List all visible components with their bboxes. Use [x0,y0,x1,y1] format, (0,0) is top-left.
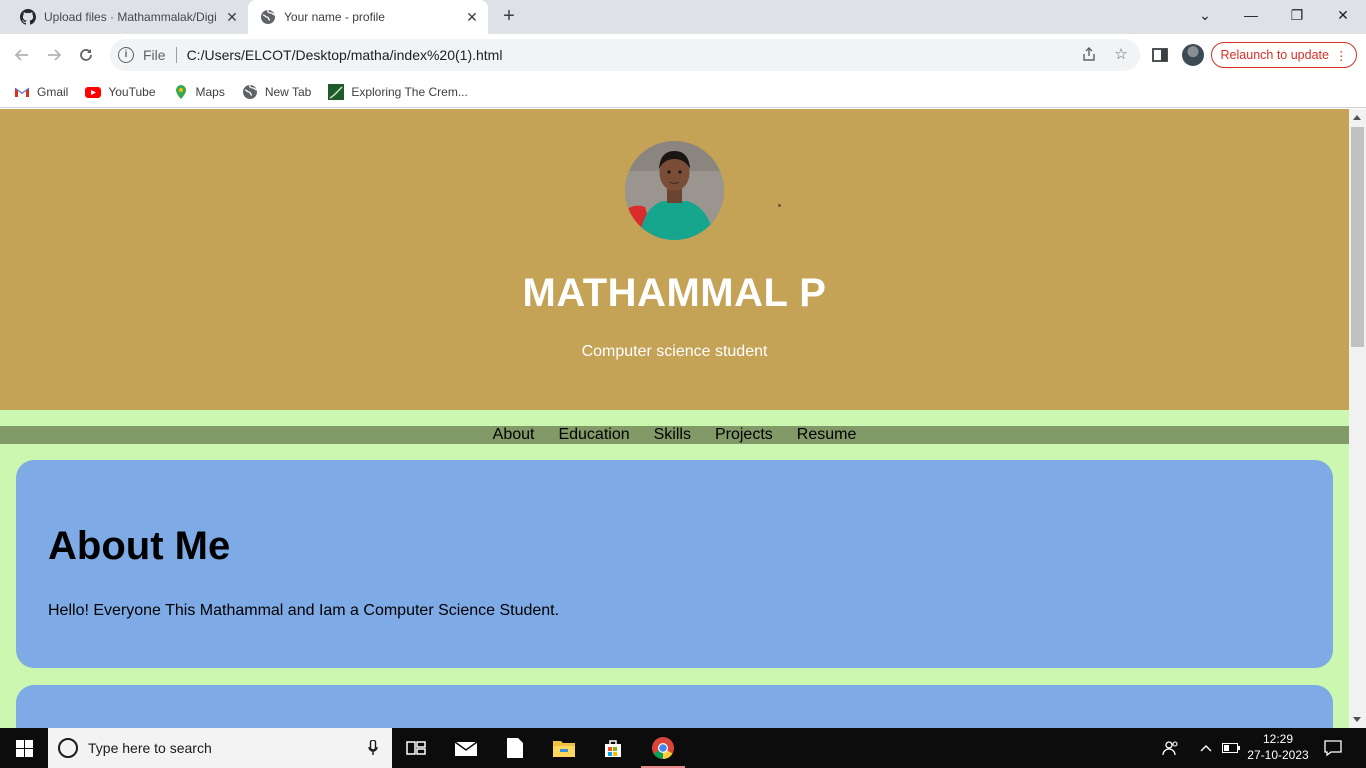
share-icon[interactable] [1080,46,1098,64]
gmail-icon [14,84,30,100]
bookmark-gmail[interactable]: Gmail [14,84,68,100]
file-explorer-icon[interactable] [540,728,588,768]
mail-icon[interactable] [442,728,490,768]
page-scrollbar[interactable] [1349,109,1366,728]
globe-icon [260,9,276,25]
bookmarks-bar: Gmail YouTube Maps New Tab Exploring The… [0,76,1366,108]
address-bar[interactable]: i File C:/Users/ELCOT/Desktop/matha/inde… [110,39,1140,71]
maps-icon [173,84,189,100]
microphone-icon[interactable] [368,739,378,756]
decorative-dot [778,204,781,207]
tab-profile[interactable]: Your name - profile ✕ [248,0,488,34]
address-scheme: File [143,47,166,63]
task-view-icon[interactable] [392,728,440,768]
close-window-icon[interactable]: ✕ [1320,0,1366,30]
reload-icon[interactable] [73,42,99,68]
taskbar: Type here to search 12:29 27-10-2023 [0,728,1366,768]
nav-link-projects[interactable]: Projects [715,426,773,444]
about-section: About Me Hello! Everyone This Mathammal … [16,460,1333,668]
nav-link-about[interactable]: About [493,426,535,444]
info-icon[interactable]: i [118,47,134,63]
more-icon: ⋮ [1334,48,1348,63]
minimize-icon[interactable]: — [1228,0,1274,30]
taskbar-search-input[interactable]: Type here to search [48,728,392,768]
clock-date: 27-10-2023 [1247,748,1309,762]
scroll-up-arrow-icon[interactable] [1353,115,1361,120]
tab-title: Upload files · Mathammalak/Digi [44,10,217,24]
windows-start-icon[interactable] [0,728,48,768]
scroll-thumb[interactable] [1351,127,1364,347]
site-nav: About Education Skills Projects Resume [0,426,1349,444]
scroll-down-arrow-icon[interactable] [1353,717,1361,722]
chevron-up-icon[interactable] [1196,728,1216,768]
bookmark-label: YouTube [108,84,156,99]
forward-icon[interactable] [41,42,67,68]
about-text: Hello! Everyone This Mathammal and Iam a… [48,602,560,619]
document-icon[interactable] [491,728,539,768]
page-viewport: MATHAMMAL P Computer science student Abo… [0,109,1349,728]
tab-upload-files[interactable]: Upload files · Mathammalak/Digi ✕ [8,0,248,34]
divider [175,47,177,63]
address-url: C:/Users/ELCOT/Desktop/matha/index%20(1)… [186,47,503,63]
chrome-icon[interactable] [639,728,687,768]
close-icon[interactable]: ✕ [224,9,240,25]
new-tab-button[interactable]: + [496,5,522,29]
bookmark-label: Maps [195,84,225,99]
youtube-icon [85,84,102,100]
profile-photo [625,141,724,240]
page-subtitle: Computer science student [581,343,768,360]
battery-icon[interactable] [1220,728,1242,768]
next-section [16,685,1333,728]
hero-header: MATHAMMAL P Computer science student [0,109,1349,410]
clock-time: 12:29 [1262,732,1294,746]
bookmark-youtube[interactable]: YouTube [85,84,156,100]
about-heading: About Me [48,524,231,568]
relaunch-label: Relaunch to update [1220,48,1329,62]
people-icon[interactable] [1158,728,1184,768]
store-icon[interactable] [589,728,637,768]
nav-link-skills[interactable]: Skills [654,426,691,444]
bookmark-maps[interactable]: Maps [173,84,225,100]
tab-strip: Upload files · Mathammalak/Digi ✕ Your n… [0,0,1366,34]
github-icon [20,9,37,25]
restore-icon[interactable]: ❐ [1274,0,1320,30]
tab-title: Your name - profile [284,10,385,24]
relaunch-button[interactable]: Relaunch to update ⋮ [1211,42,1357,68]
bookmark-new-tab[interactable]: New Tab [242,84,311,100]
system-clock[interactable]: 12:29 27-10-2023 [1240,731,1316,763]
nav-link-resume[interactable]: Resume [797,426,857,444]
bookmark-label: Gmail [37,84,69,99]
bookmark-exploring[interactable]: Exploring The Crem... [328,83,468,100]
close-icon[interactable]: ✕ [464,9,480,25]
bookmark-star-icon[interactable]: ☆ [1112,46,1130,64]
search-placeholder: Type here to search [88,740,212,756]
tab-search-chevron-icon[interactable]: ⌄ [1182,0,1228,30]
back-icon[interactable] [9,42,35,68]
bookmark-label: New Tab [264,84,312,99]
cortana-icon [58,738,78,758]
nav-link-education[interactable]: Education [558,426,629,444]
bookmark-label: Exploring The Crem... [351,84,468,99]
site-icon [328,83,345,100]
notification-icon[interactable] [1320,728,1346,768]
browser-toolbar: i File C:/Users/ELCOT/Desktop/matha/inde… [0,34,1366,76]
side-panel-icon[interactable] [1151,46,1169,64]
globe-icon [242,84,258,100]
page-title: MATHAMMAL P [522,271,827,315]
avatar[interactable] [1182,44,1204,66]
